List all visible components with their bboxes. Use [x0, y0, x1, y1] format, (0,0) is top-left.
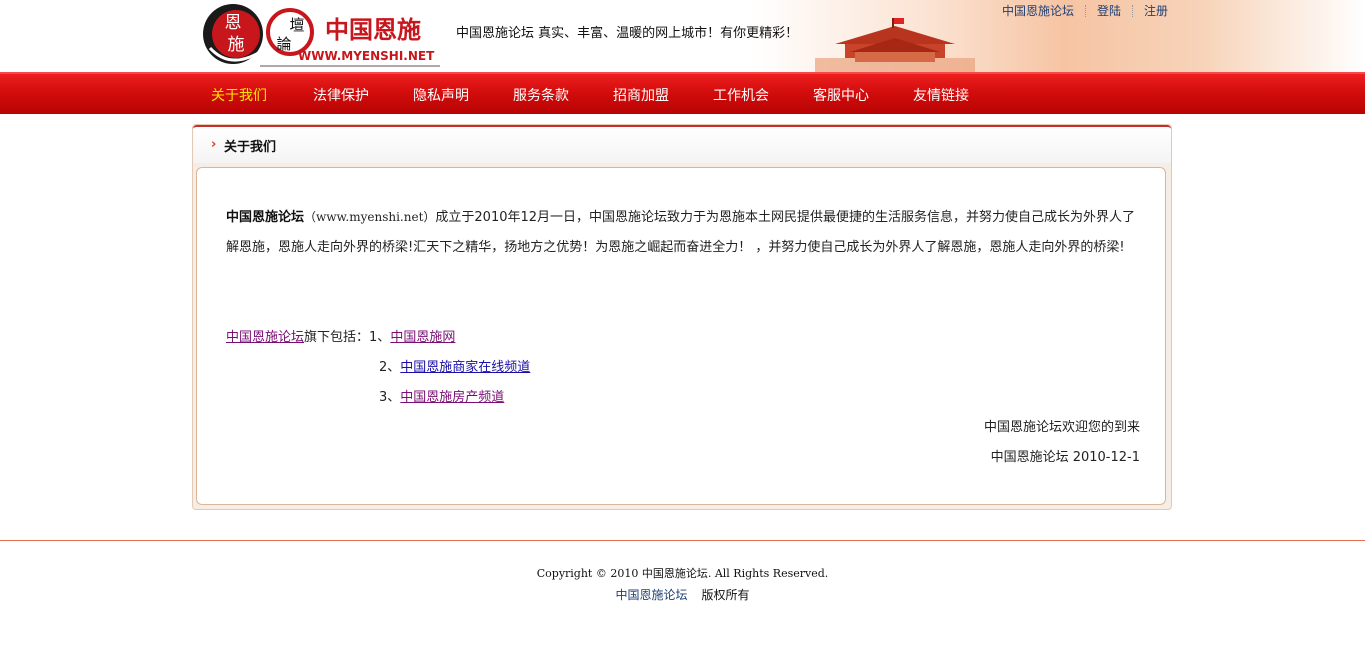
site-header: 恩 施 壇 論 中国恩施 WWW.MYENSHI.NET 中国恩施论坛 真实、丰… [0, 0, 1365, 72]
palace-illustration [815, 18, 975, 72]
includes-prefix: 旗下包括： [304, 330, 370, 345]
logo-domain-text: WWW.MYENSHI.NET [298, 49, 435, 63]
main-nav: 关于我们 法律保护 隐私声明 服务条款 招商加盟 工作机会 客服中心 友情链接 [0, 72, 1365, 114]
top-link-forum[interactable]: 中国恩施论坛 [1002, 4, 1074, 18]
welcome-text: 中国恩施论坛欢迎您的到来 [983, 420, 1140, 435]
site-slogan: 中国恩施论坛 真实、丰富、温暖的网上城市！有你更精彩！ [456, 26, 799, 41]
nav-item-franchise[interactable]: 招商加盟 [613, 85, 669, 105]
nav-item-friend-links[interactable]: 友情链接 [913, 85, 969, 105]
includes-link-merchants[interactable]: 中国恩施商家在线频道 [400, 360, 530, 375]
site-logo[interactable]: 恩 施 壇 論 中国恩施 WWW.MYENSHI.NET [200, 0, 445, 72]
footer-divider [0, 540, 1365, 541]
top-links: 中国恩施论坛 登陆 注册 [1002, 2, 1168, 19]
footer-rights-text: 版权所有 [701, 588, 750, 602]
top-link-register[interactable]: 注册 [1144, 4, 1168, 18]
nav-item-support[interactable]: 客服中心 [813, 85, 869, 105]
includes-num-2: 2、 [379, 360, 401, 375]
includes-row: 3、中国恩施房产频道 [379, 386, 504, 405]
nav-item-legal[interactable]: 法律保护 [313, 85, 369, 105]
logo-secondary-char-2: 論 [276, 35, 291, 53]
top-link-login[interactable]: 登陆 [1097, 4, 1121, 18]
includes-row: 中国恩施论坛旗下包括：1、中国恩施网 [226, 326, 455, 345]
logo-seal-char-1: 恩 [225, 13, 242, 33]
footer-links: 中国恩施论坛 版权所有 [0, 586, 1365, 603]
panel-header: › 关于我们 [193, 125, 1171, 163]
panel-title: 关于我们 [224, 140, 277, 155]
includes-num-3: 3、 [379, 390, 401, 405]
footer-link-forum[interactable]: 中国恩施论坛 [615, 588, 687, 602]
includes-num-1: 1、 [369, 330, 391, 345]
logo-brand-text: 中国恩施 [325, 16, 421, 44]
intro-paragraph: 中国恩施论坛（www.myenshi.net）成立于2010年12月一日，中国恩… [226, 202, 1146, 263]
includes-row: 2、中国恩施商家在线频道 [379, 356, 530, 375]
includes-brand-link[interactable]: 中国恩施论坛 [226, 330, 304, 345]
nav-item-terms[interactable]: 服务条款 [513, 85, 569, 105]
panel-body: 中国恩施论坛（www.myenshi.net）成立于2010年12月一日，中国恩… [196, 167, 1166, 505]
signature-text: 中国恩施论坛 2010-12-1 [990, 450, 1140, 465]
nav-item-privacy[interactable]: 隐私声明 [413, 85, 469, 105]
copyright-text: Copyright © 2010 中国恩施论坛. All Rights Rese… [536, 567, 829, 580]
includes-link-enshi-net[interactable]: 中国恩施网 [390, 330, 455, 345]
chevron-right-icon: › [211, 137, 217, 152]
intro-domain: （www.myenshi.net） [304, 210, 436, 224]
nav-item-about[interactable]: 关于我们 [211, 85, 267, 105]
divider [1085, 5, 1087, 17]
intro-brand: 中国恩施论坛 [226, 210, 305, 225]
content-panel: › 关于我们 中国恩施论坛（www.myenshi.net）成立于2010年12… [192, 124, 1172, 510]
logo-secondary-char-1: 壇 [289, 16, 304, 34]
divider [1132, 5, 1134, 17]
includes-link-real-estate[interactable]: 中国恩施房产频道 [400, 390, 504, 405]
logo-seal-char-2: 施 [228, 35, 245, 55]
nav-item-jobs[interactable]: 工作机会 [713, 85, 769, 105]
